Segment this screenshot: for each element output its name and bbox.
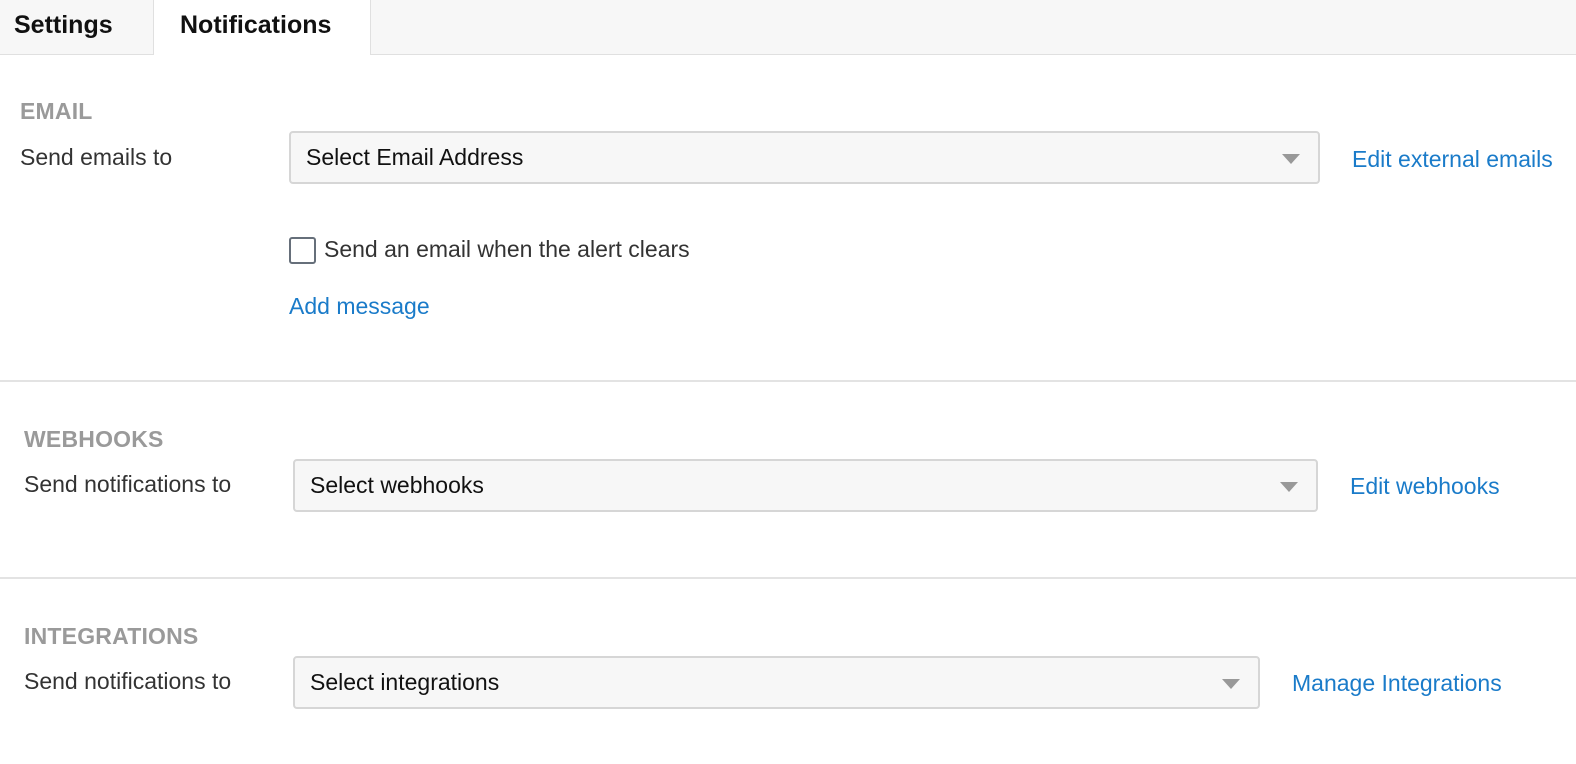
edit-external-emails-link[interactable]: Edit external emails (1352, 146, 1553, 173)
add-message-link[interactable]: Add message (289, 293, 430, 320)
chevron-down-icon (1282, 154, 1300, 164)
email-field-label: Send emails to (20, 144, 173, 170)
tab-settings[interactable]: Settings (0, 0, 154, 54)
edit-webhooks-link[interactable]: Edit webhooks (1350, 473, 1500, 500)
integrations-field-label: Send notifications to (24, 668, 232, 694)
alert-clears-label[interactable]: Send an email when the alert clears (324, 236, 690, 263)
webhooks-field-label: Send notifications to (24, 471, 232, 497)
section-divider (0, 380, 1576, 382)
webhooks-select[interactable]: Select webhooks (293, 459, 1318, 512)
manage-integrations-link[interactable]: Manage Integrations (1292, 670, 1502, 697)
integrations-section-title: INTEGRATIONS (24, 623, 199, 649)
alert-clears-checkbox[interactable] (289, 237, 316, 264)
email-address-select[interactable]: Select Email Address (289, 131, 1320, 184)
webhooks-select-value: Select webhooks (310, 472, 484, 498)
integrations-select-value: Select integrations (310, 669, 500, 695)
section-divider (0, 577, 1576, 579)
email-select-value: Select Email Address (306, 144, 524, 170)
chevron-down-icon (1280, 482, 1298, 492)
tab-bar: Settings Notifications (0, 0, 1576, 55)
email-section-title: EMAIL (20, 98, 93, 124)
integrations-select[interactable]: Select integrations (293, 656, 1260, 709)
chevron-down-icon (1222, 679, 1240, 689)
webhooks-section-title: WEBHOOKS (24, 426, 164, 452)
tab-notifications[interactable]: Notifications (154, 0, 371, 55)
